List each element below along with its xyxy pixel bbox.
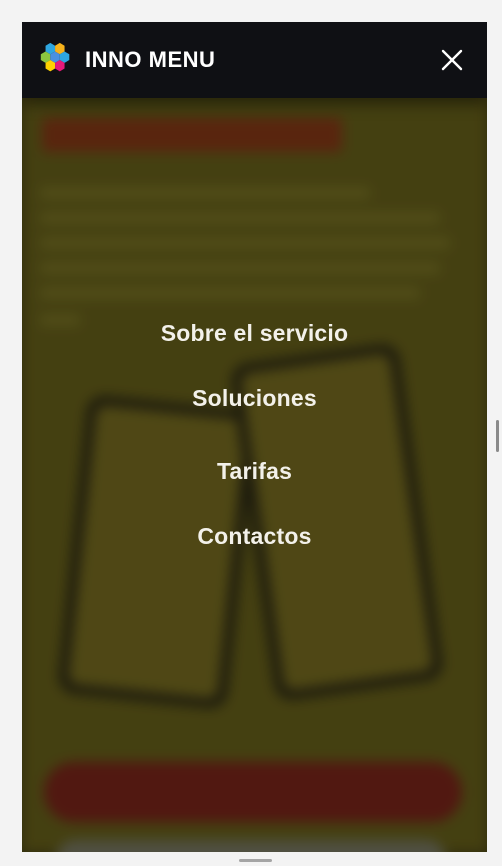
nav-item-sobre-el-servicio[interactable]: Sobre el servicio — [22, 320, 487, 347]
mobile-viewport: INNO MENU Sobre el servicio Soluciones T… — [22, 22, 487, 852]
nav-item-contactos[interactable]: Contactos — [22, 523, 487, 550]
nav-item-soluciones[interactable]: Soluciones — [22, 385, 487, 412]
nav-item-tarifas[interactable]: Tarifas — [22, 458, 487, 485]
home-indicator — [239, 859, 272, 862]
brand-logo[interactable]: INNO MENU — [37, 41, 215, 79]
close-icon[interactable] — [441, 49, 463, 71]
menu-header: INNO MENU — [22, 22, 487, 98]
brand-name: INNO MENU — [85, 47, 216, 72]
menu-overlay-dim — [22, 22, 487, 852]
hexagon-logo-icon — [40, 42, 70, 72]
page-scrollbar[interactable] — [496, 420, 499, 452]
